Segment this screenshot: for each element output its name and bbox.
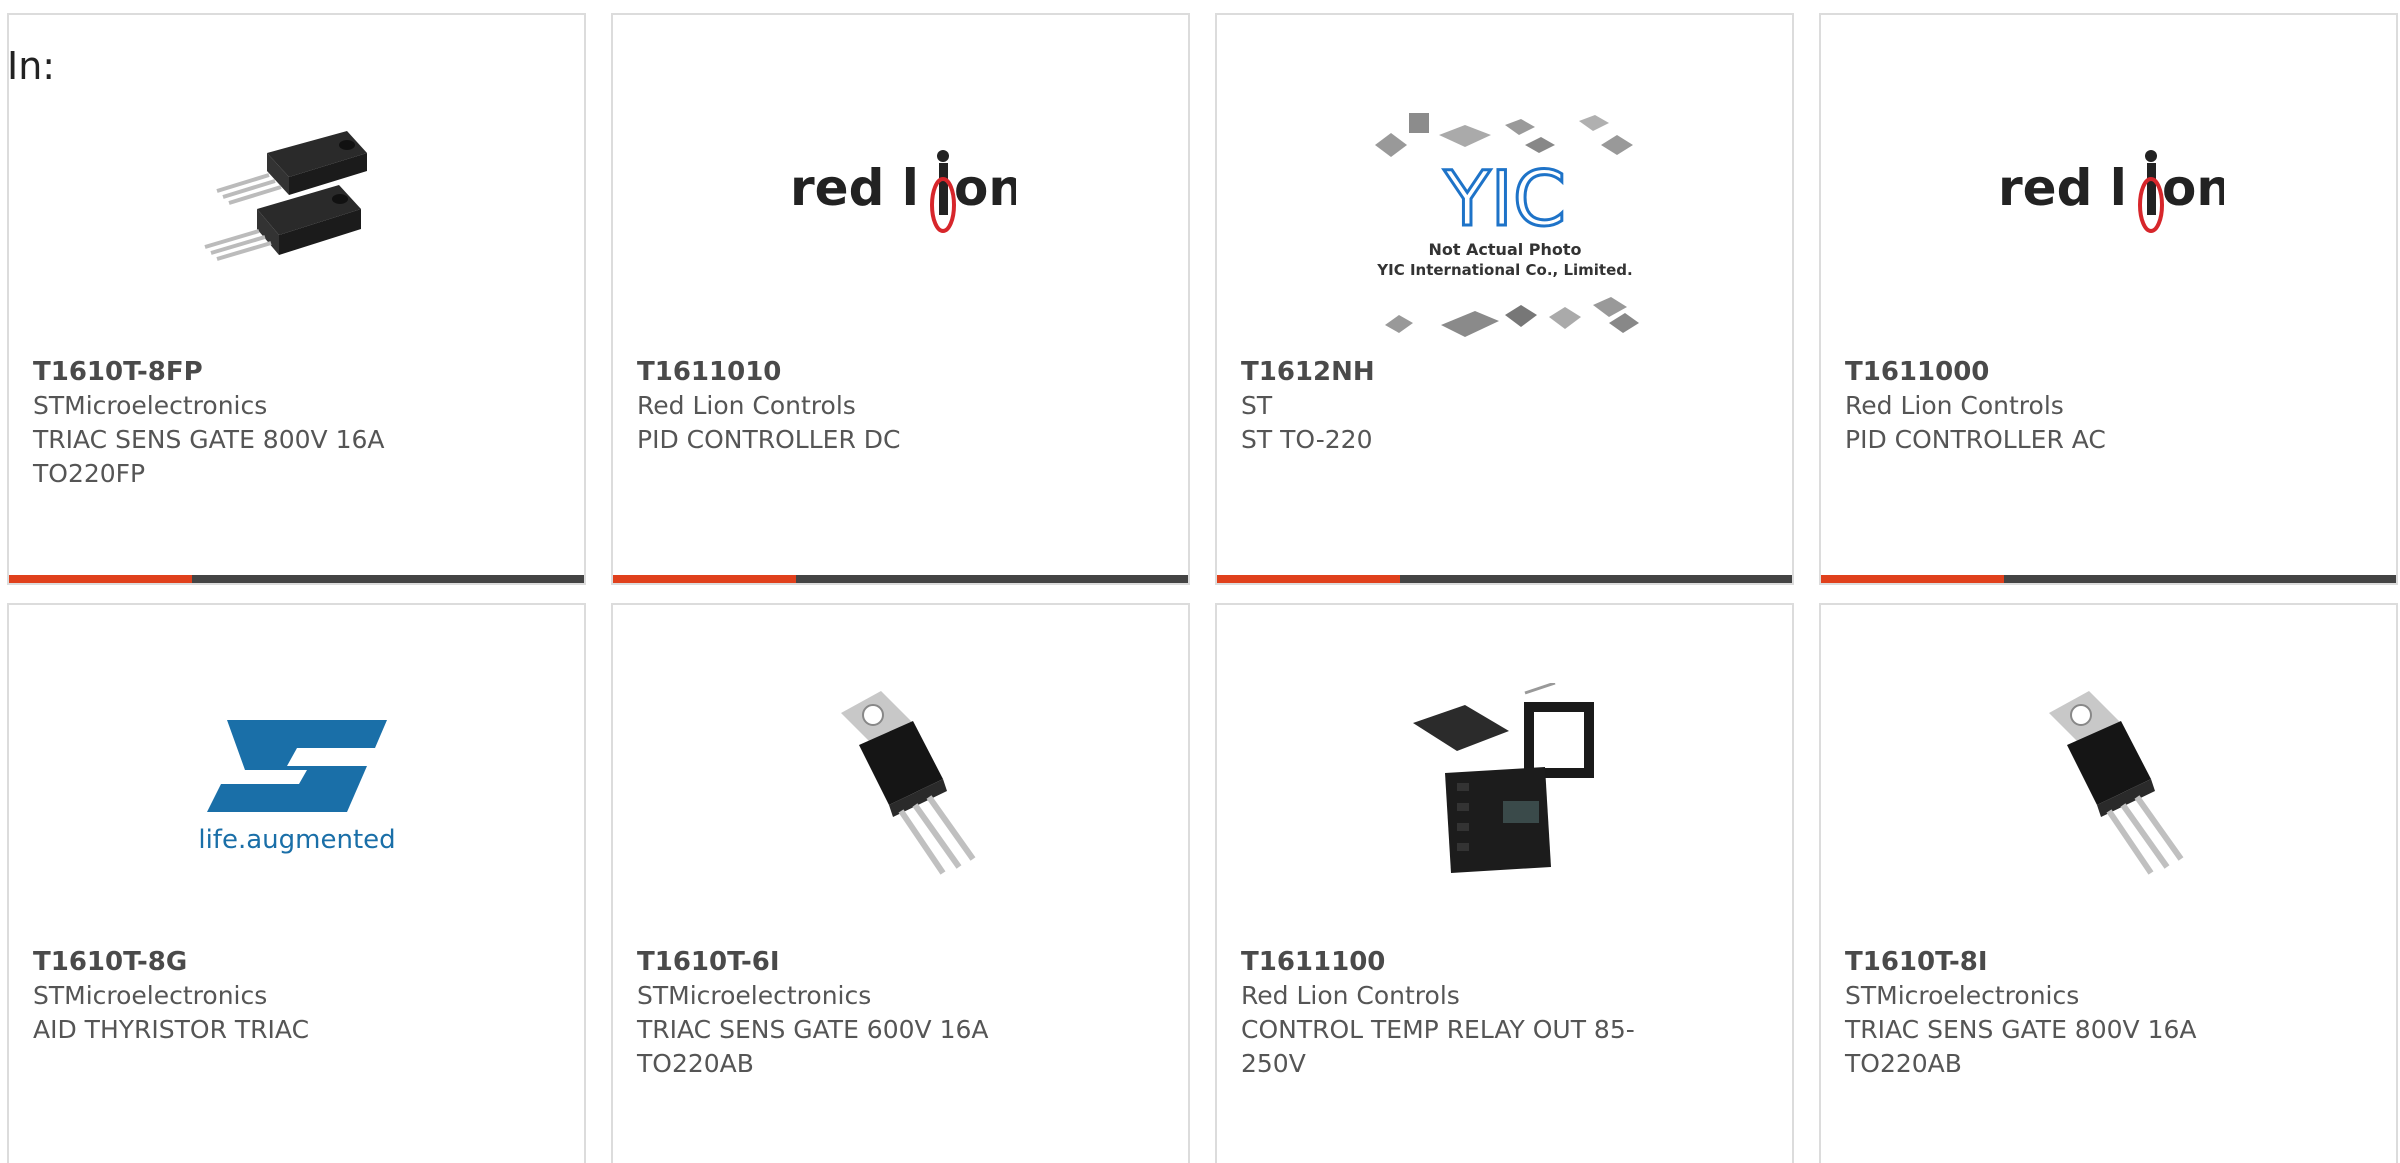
description-line2: TO220AB	[1845, 1049, 1962, 1078]
red-lion-text-a: red l	[1998, 159, 2127, 217]
manufacturer: Red Lion Controls	[637, 391, 856, 420]
description: TRIAC SENS GATE 800V 16A	[33, 425, 385, 454]
description-line2: TO220AB	[637, 1049, 754, 1078]
bar-accent	[1821, 575, 2004, 583]
bar-accent	[9, 575, 192, 583]
product-image[interactable]	[9, 93, 584, 293]
product-image[interactable]	[1217, 683, 1792, 883]
description: AID THYRISTOR TRIAC	[33, 1015, 310, 1044]
red-lion-text-b: on	[2162, 159, 2224, 217]
product-card[interactable]: T1610T-6I STMicroelectronics TRIAC SENS …	[611, 603, 1190, 1163]
st-tagline: life.augmented	[198, 825, 395, 855]
product-info: T1611000 Red Lion Controls PID CONTROLLE…	[1845, 355, 2245, 457]
part-number[interactable]: T1610T-8FP	[33, 355, 433, 389]
product-image[interactable]	[613, 683, 1188, 883]
product-info: T1610T-8FP STMicroelectronics TRIAC SENS…	[33, 355, 433, 491]
manufacturer: STMicroelectronics	[1845, 981, 2080, 1010]
product-grid: T1610T-8FP STMicroelectronics TRIAC SENS…	[7, 13, 2398, 1163]
description: PID CONTROLLER DC	[637, 425, 901, 454]
product-info: T1610T-8G STMicroelectronics AID THYRIST…	[33, 945, 433, 1047]
product-results-page: In: T1610T-8FP STMicroelectronics TRIAC …	[0, 0, 2400, 1163]
product-card[interactable]: T1611100 Red Lion Controls CONTROL TEMP …	[1215, 603, 1794, 1163]
manufacturer: STMicroelectronics	[33, 391, 268, 420]
part-number[interactable]: T1612NH	[1241, 355, 1641, 389]
to220fp-package-icon	[203, 131, 367, 261]
red-lion-logo: red l on	[1998, 150, 2224, 233]
yic-brand-text: YIC	[1443, 154, 1566, 243]
manufacturer: STMicroelectronics	[33, 981, 268, 1010]
manufacturer: Red Lion Controls	[1845, 391, 2064, 420]
product-card[interactable]: T1610T-8I STMicroelectronics TRIAC SENS …	[1819, 603, 2398, 1163]
description-line2: TO220FP	[33, 459, 146, 488]
bar-accent	[1217, 575, 1400, 583]
product-image[interactable]: red l on	[1821, 93, 2396, 293]
red-lion-logo: red l on	[790, 150, 1016, 233]
product-info: T1612NH ST ST TO-220	[1241, 355, 1641, 457]
product-card[interactable]: T1610T-8FP STMicroelectronics TRIAC SENS…	[7, 13, 586, 585]
part-number[interactable]: T1611010	[637, 355, 1037, 389]
description: CONTROL TEMP RELAY OUT 85-	[1241, 1015, 1635, 1044]
st-logo: life.augmented	[198, 720, 395, 855]
product-info: T1611010 Red Lion Controls PID CONTROLLE…	[637, 355, 1037, 457]
product-card[interactable]: YIC Not Actual Photo YIC International C…	[1215, 13, 1794, 585]
manufacturer: ST	[1241, 391, 1273, 420]
description: PID CONTROLLER AC	[1845, 425, 2106, 454]
description: TRIAC SENS GATE 800V 16A	[1845, 1015, 2197, 1044]
manufacturer: Red Lion Controls	[1241, 981, 1460, 1010]
red-lion-text-a: red l	[790, 159, 919, 217]
part-number[interactable]: T1611000	[1845, 355, 2245, 389]
description: TRIAC SENS GATE 600V 16A	[637, 1015, 989, 1044]
description: ST TO-220	[1241, 425, 1373, 454]
card-bottom-bar	[9, 575, 584, 583]
card-bottom-bar	[613, 575, 1188, 583]
part-number[interactable]: T1610T-6I	[637, 945, 1037, 979]
part-number[interactable]: T1610T-8G	[33, 945, 433, 979]
product-info: T1610T-6I STMicroelectronics TRIAC SENS …	[637, 945, 1037, 1081]
temp-controller-photo	[1412, 683, 1594, 873]
product-image[interactable]: red l on	[613, 93, 1188, 293]
product-image[interactable]: life.augmented	[9, 683, 584, 883]
red-lion-text-b: on	[954, 159, 1016, 217]
card-bottom-bar	[1821, 575, 2396, 583]
to220ab-package-icon	[840, 691, 975, 875]
yic-company-text: YIC International Co., Limited.	[1376, 261, 1632, 279]
manufacturer: STMicroelectronics	[637, 981, 872, 1010]
product-card[interactable]: red l on T1611000 Red Lion Controls PID …	[1819, 13, 2398, 585]
product-info: T1611100 Red Lion Controls CONTROL TEMP …	[1241, 945, 1641, 1081]
card-bottom-bar	[1217, 575, 1792, 583]
product-card[interactable]: red l on T1611010 Red Lion Controls PID …	[611, 13, 1190, 585]
filter-label: In:	[7, 44, 56, 88]
part-number[interactable]: T1610T-8I	[1845, 945, 2245, 979]
part-number[interactable]: T1611100	[1241, 945, 1641, 979]
yic-placeholder-image: YIC Not Actual Photo YIC International C…	[1374, 113, 1639, 337]
description-line2: 250V	[1241, 1049, 1306, 1078]
not-actual-photo-text: Not Actual Photo	[1428, 240, 1581, 259]
to220ab-package-icon	[2048, 691, 2183, 875]
product-image[interactable]: YIC Not Actual Photo YIC International C…	[1217, 105, 1792, 355]
bar-accent	[613, 575, 796, 583]
product-info: T1610T-8I STMicroelectronics TRIAC SENS …	[1845, 945, 2245, 1081]
product-image[interactable]	[1821, 683, 2396, 883]
product-card[interactable]: life.augmented T1610T-8G STMicroelectron…	[7, 603, 586, 1163]
